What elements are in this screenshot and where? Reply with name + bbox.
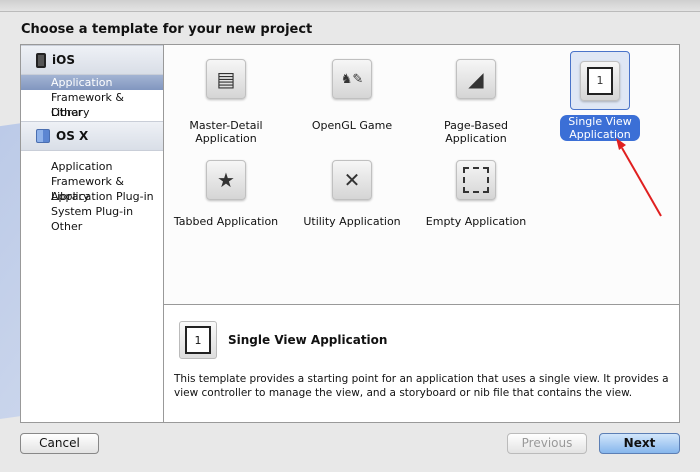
- window-titlebar: [0, 0, 700, 12]
- template-tabbed[interactable]: ★ Tabbed Application: [164, 160, 288, 228]
- empty-icon: [456, 160, 496, 200]
- template-opengl-game[interactable]: ♞✎ OpenGL Game: [290, 59, 414, 132]
- sidebar-item-osx-app-plugin[interactable]: Application Plug-in: [21, 189, 163, 204]
- selected-label: Single View Application: [560, 115, 640, 141]
- page-title: Choose a template for your new project: [21, 22, 313, 37]
- platform-sidebar: iOS Application Framework & Library Othe…: [21, 45, 164, 422]
- master-detail-icon: ▤: [206, 59, 246, 99]
- single-view-icon: 1: [179, 321, 217, 359]
- sidebar-item-ios-application[interactable]: Application: [21, 75, 163, 90]
- template-master-detail[interactable]: ▤ Master-Detail Application: [164, 59, 288, 145]
- utility-icon: ✕: [332, 160, 372, 200]
- template-label: Utility Application: [303, 215, 401, 228]
- template-utility[interactable]: ✕ Utility Application: [290, 160, 414, 228]
- next-button[interactable]: Next: [599, 433, 680, 454]
- template-chooser: iOS Application Framework & Library Othe…: [20, 44, 680, 423]
- tabbed-icon: ★: [206, 160, 246, 200]
- template-label: Master-Detail: [189, 119, 263, 132]
- opengl-game-icon: ♞✎: [332, 59, 372, 99]
- sidebar-section-osx[interactable]: OS X: [21, 121, 163, 151]
- template-label: OpenGL Game: [311, 119, 393, 132]
- section-label: OS X: [56, 129, 89, 143]
- single-view-glyph: 1: [185, 326, 211, 354]
- template-label: Application: [195, 132, 257, 145]
- template-label: Empty Application: [425, 215, 527, 228]
- single-view-icon: 1: [580, 60, 620, 101]
- template-empty[interactable]: Empty Application: [414, 160, 538, 228]
- sidebar-item-ios-framework[interactable]: Framework & Library: [21, 90, 163, 119]
- cancel-button[interactable]: Cancel: [20, 433, 99, 454]
- template-description: 1 Single View Application This template …: [164, 306, 679, 422]
- selection-frame: 1: [570, 51, 630, 110]
- sidebar-item-osx-other[interactable]: Other: [21, 219, 163, 234]
- template-page-based[interactable]: ◢ Page-Based Application: [414, 59, 538, 145]
- template-label: Tabbed Application: [173, 215, 279, 228]
- single-view-glyph: 1: [587, 66, 613, 95]
- template-single-view[interactable]: 1 Single View Application: [538, 51, 662, 141]
- sidebar-section-ios[interactable]: iOS: [21, 45, 163, 75]
- sidebar-item-osx-application[interactable]: Application: [21, 159, 163, 174]
- description-title: Single View Application: [228, 333, 388, 347]
- sidebar-item-osx-framework[interactable]: Framework & Library: [21, 174, 163, 203]
- description-text: This template provides a starting point …: [174, 373, 669, 399]
- sidebar-item-osx-system-plugin[interactable]: System Plug-in: [21, 204, 163, 219]
- template-grid: ▤ Master-Detail Application ♞✎ OpenGL Gam…: [164, 45, 679, 305]
- template-label: Application: [445, 132, 507, 145]
- iphone-icon: [36, 52, 46, 68]
- finder-icon: [36, 129, 50, 143]
- page-based-icon: ◢: [456, 59, 496, 99]
- template-label: Page-Based: [444, 119, 508, 132]
- sidebar-item-ios-other[interactable]: Other: [21, 105, 163, 120]
- section-label: iOS: [52, 53, 75, 67]
- template-label: Application: [569, 128, 631, 141]
- template-label: Single View: [568, 115, 632, 128]
- previous-button[interactable]: Previous: [507, 433, 587, 454]
